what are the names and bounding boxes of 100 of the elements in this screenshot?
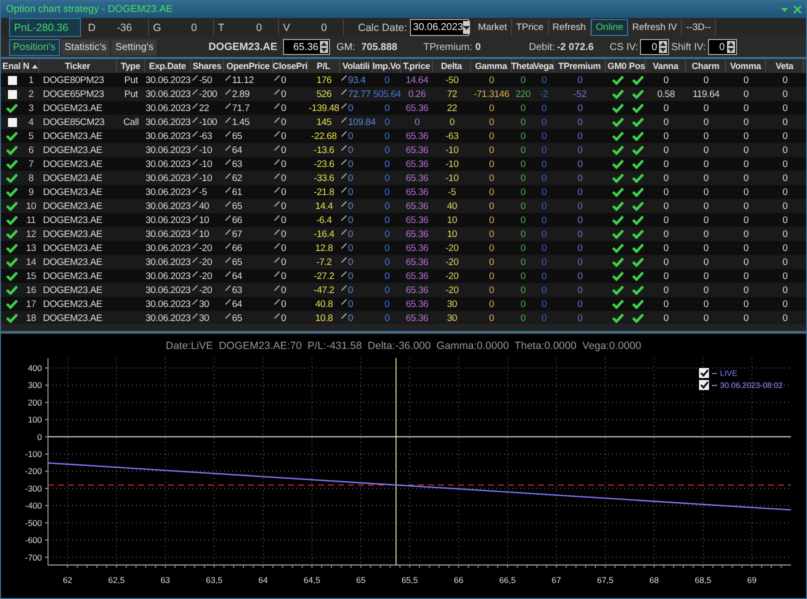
pencil-icon[interactable] [192, 243, 198, 249]
pencil-icon[interactable] [274, 215, 280, 221]
pencil-icon[interactable] [192, 117, 198, 123]
pencil-icon[interactable] [274, 187, 280, 193]
splitter-handle[interactable] [1, 324, 806, 333]
checkbox[interactable] [8, 76, 16, 84]
pencil-icon[interactable] [225, 187, 231, 193]
check-icon[interactable] [6, 215, 18, 225]
pencil-icon[interactable] [274, 229, 280, 235]
pencil-icon[interactable] [192, 173, 198, 179]
spin-arrows-icon[interactable] [320, 41, 328, 53]
pencil-icon[interactable] [274, 201, 280, 207]
pencil-icon[interactable] [341, 89, 347, 95]
pencil-icon[interactable] [192, 271, 198, 277]
check-icon[interactable] [6, 313, 18, 323]
toolbar-button[interactable]: --3D-- [682, 19, 716, 36]
pencil-icon[interactable] [274, 243, 280, 249]
checkbox[interactable] [8, 90, 16, 98]
pencil-icon[interactable] [341, 313, 347, 319]
check-icon[interactable] [6, 103, 18, 113]
pencil-icon[interactable] [225, 103, 231, 109]
check-icon[interactable] [6, 173, 18, 183]
pencil-icon[interactable] [341, 187, 347, 193]
pencil-icon[interactable] [225, 201, 231, 207]
pencil-icon[interactable] [192, 299, 198, 305]
pencil-icon[interactable] [192, 131, 198, 137]
pencil-icon[interactable] [192, 145, 198, 151]
shift-iv-field[interactable]: 0 [708, 39, 737, 55]
date-field[interactable]: 30.06.2023 [410, 19, 470, 36]
pencil-icon[interactable] [225, 159, 231, 165]
tab[interactable]: Setting's [111, 38, 158, 56]
pencil-icon[interactable] [274, 75, 280, 81]
close-icon[interactable] [793, 5, 802, 14]
toolbar-button[interactable]: Market [474, 19, 512, 36]
pencil-icon[interactable] [192, 229, 198, 235]
pencil-icon[interactable] [274, 117, 280, 123]
pencil-icon[interactable] [192, 215, 198, 221]
pencil-icon[interactable] [341, 299, 347, 305]
pencil-icon[interactable] [274, 159, 280, 165]
pencil-icon[interactable] [341, 201, 347, 207]
pencil-icon[interactable] [341, 271, 347, 277]
pencil-icon[interactable] [274, 145, 280, 151]
pencil-icon[interactable] [341, 145, 347, 151]
pencil-icon[interactable] [192, 75, 198, 81]
pencil-icon[interactable] [192, 187, 198, 193]
dropdown-button[interactable] [463, 21, 470, 34]
pencil-icon[interactable] [341, 159, 347, 165]
pencil-icon[interactable] [192, 285, 198, 291]
cs-iv-field[interactable]: 0 [640, 39, 670, 55]
spin-arrows-icon[interactable] [659, 41, 668, 53]
pencil-icon[interactable] [225, 257, 231, 263]
pencil-icon[interactable] [341, 131, 347, 137]
pencil-icon[interactable] [225, 243, 231, 249]
pencil-icon[interactable] [274, 89, 280, 95]
toolbar-button[interactable]: Refresh IV [628, 19, 682, 36]
pencil-icon[interactable] [192, 201, 198, 207]
pencil-icon[interactable] [274, 285, 280, 291]
toolbar-button[interactable]: Online [590, 19, 628, 36]
pencil-icon[interactable] [274, 173, 280, 179]
check-icon[interactable] [6, 145, 18, 155]
pencil-icon[interactable] [341, 285, 347, 291]
pencil-icon[interactable] [274, 131, 280, 137]
tab[interactable]: Statistic's [60, 38, 110, 56]
pencil-icon[interactable] [341, 75, 347, 81]
pencil-icon[interactable] [274, 103, 280, 109]
pencil-icon[interactable] [341, 173, 347, 179]
toolbar-button[interactable]: TPrice [512, 19, 549, 36]
pencil-icon[interactable] [225, 215, 231, 221]
legend-checkbox[interactable] [699, 368, 709, 378]
pencil-icon[interactable] [225, 173, 231, 179]
spin-arrows-icon[interactable] [726, 41, 735, 53]
check-icon[interactable] [6, 243, 18, 253]
pencil-icon[interactable] [274, 313, 280, 319]
check-icon[interactable] [6, 229, 18, 239]
pencil-icon[interactable] [225, 89, 231, 95]
toolbar-button[interactable]: Refresh [548, 19, 591, 36]
legend-checkbox[interactable] [699, 380, 709, 390]
pencil-icon[interactable] [225, 285, 231, 291]
price-field[interactable]: 65.36 [283, 39, 330, 55]
pencil-icon[interactable] [225, 229, 231, 235]
pencil-icon[interactable] [225, 271, 231, 277]
pencil-icon[interactable] [341, 103, 347, 109]
pencil-icon[interactable] [225, 117, 231, 123]
minimize-icon[interactable] [780, 6, 789, 14]
checkbox[interactable] [8, 118, 16, 126]
pencil-icon[interactable] [274, 299, 280, 305]
pencil-icon[interactable] [225, 145, 231, 151]
check-icon[interactable] [6, 299, 18, 309]
pencil-icon[interactable] [341, 215, 347, 221]
pencil-icon[interactable] [274, 271, 280, 277]
pencil-icon[interactable] [341, 117, 347, 123]
pencil-icon[interactable] [341, 243, 347, 249]
pencil-icon[interactable] [225, 313, 231, 319]
pencil-icon[interactable] [192, 89, 198, 95]
check-icon[interactable] [6, 201, 18, 211]
pencil-icon[interactable] [225, 75, 231, 81]
pencil-icon[interactable] [225, 131, 231, 137]
pencil-icon[interactable] [225, 299, 231, 305]
pencil-icon[interactable] [341, 257, 347, 263]
check-icon[interactable] [6, 159, 18, 169]
